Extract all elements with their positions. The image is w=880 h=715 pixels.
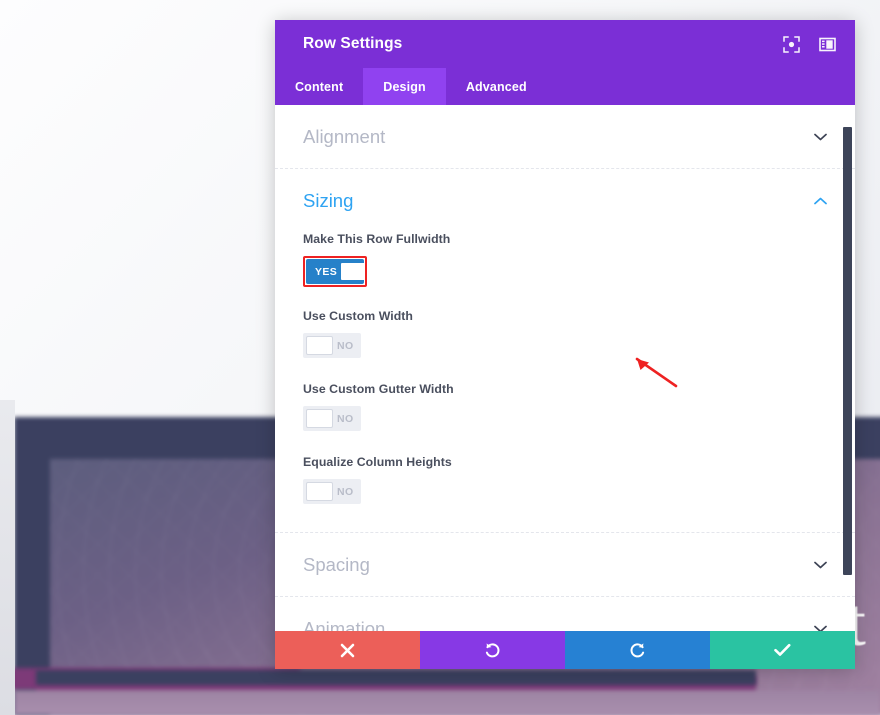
section-animation-title: Animation	[303, 617, 386, 632]
modal-body: Alignment Sizing Make This Row Fullwidth…	[275, 105, 855, 631]
section-sizing-header[interactable]: Sizing	[303, 169, 827, 232]
section-sizing-title: Sizing	[303, 189, 354, 211]
field-equalize-column-heights: Equalize Column Heights NO	[303, 455, 827, 506]
tab-design[interactable]: Design	[363, 68, 446, 105]
header-actions	[782, 35, 837, 54]
background-left-gutter	[0, 400, 15, 715]
section-animation: Animation	[275, 597, 855, 631]
tab-content[interactable]: Content	[275, 68, 363, 105]
toggle-knob	[306, 409, 333, 428]
toggle-use-custom-gutter-width-value: NO	[337, 412, 354, 425]
field-equalize-column-heights-label: Equalize Column Heights	[303, 455, 452, 469]
toggle-use-custom-width-value: NO	[337, 339, 354, 352]
expand-icon[interactable]	[782, 35, 801, 54]
close-icon	[340, 643, 355, 658]
redo-icon	[629, 642, 646, 659]
section-spacing-header[interactable]: Spacing	[303, 533, 827, 596]
redo-button[interactable]	[565, 631, 710, 669]
chevron-down-icon	[813, 560, 827, 569]
layout-panel-icon[interactable]	[818, 35, 837, 54]
cancel-button[interactable]	[275, 631, 420, 669]
toggle-use-custom-gutter-width[interactable]: NO	[303, 406, 361, 431]
field-make-row-fullwidth: Make This Row Fullwidth YES	[303, 232, 827, 287]
modal-header: Row Settings	[275, 20, 855, 68]
section-sizing: Sizing Make This Row Fullwidth YES Use C…	[275, 169, 855, 533]
field-use-custom-width: Use Custom Width NO	[303, 309, 827, 360]
background-bottom-wash	[14, 690, 880, 715]
section-alignment-title: Alignment	[303, 125, 386, 147]
chevron-down-icon	[813, 624, 827, 631]
panel-scrollbar-thumb[interactable]	[843, 127, 852, 575]
toggle-use-custom-width[interactable]: NO	[303, 333, 361, 358]
toggle-knob	[340, 262, 364, 281]
section-animation-header[interactable]: Animation	[303, 597, 827, 631]
section-alignment-header[interactable]: Alignment	[303, 105, 827, 168]
undo-button[interactable]	[420, 631, 565, 669]
field-use-custom-gutter-width: Use Custom Gutter Width NO	[303, 382, 827, 433]
chevron-up-icon	[813, 196, 827, 205]
toggle-make-row-fullwidth[interactable]: YES	[306, 259, 364, 284]
background-dark-strip	[36, 670, 756, 685]
toggle-equalize-column-heights-value: NO	[337, 485, 354, 498]
undo-icon	[484, 642, 501, 659]
toggle-knob	[306, 336, 333, 355]
save-button[interactable]	[710, 631, 855, 669]
panel-scrollbar-track[interactable]	[843, 105, 852, 631]
toggle-equalize-column-heights[interactable]: NO	[303, 479, 361, 504]
modal-title: Row Settings	[303, 35, 403, 52]
field-use-custom-gutter-width-label: Use Custom Gutter Width	[303, 382, 454, 396]
field-use-custom-width-label: Use Custom Width	[303, 309, 413, 323]
tab-advanced[interactable]: Advanced	[446, 68, 547, 105]
chevron-down-icon	[813, 132, 827, 141]
modal-footer	[275, 631, 855, 669]
section-sizing-content: Make This Row Fullwidth YES Use Custom W…	[303, 232, 827, 532]
field-make-row-fullwidth-label: Make This Row Fullwidth	[303, 232, 451, 246]
section-alignment: Alignment	[275, 105, 855, 169]
toggle-knob	[306, 482, 333, 501]
annotation-highlight-box: YES	[303, 256, 367, 287]
checkmark-icon	[774, 643, 791, 657]
section-spacing-title: Spacing	[303, 553, 370, 575]
row-settings-modal: Row Settings Content Design Advanced Ali…	[275, 20, 855, 669]
modal-tabbar: Content Design Advanced	[275, 68, 855, 105]
section-spacing: Spacing	[275, 533, 855, 597]
